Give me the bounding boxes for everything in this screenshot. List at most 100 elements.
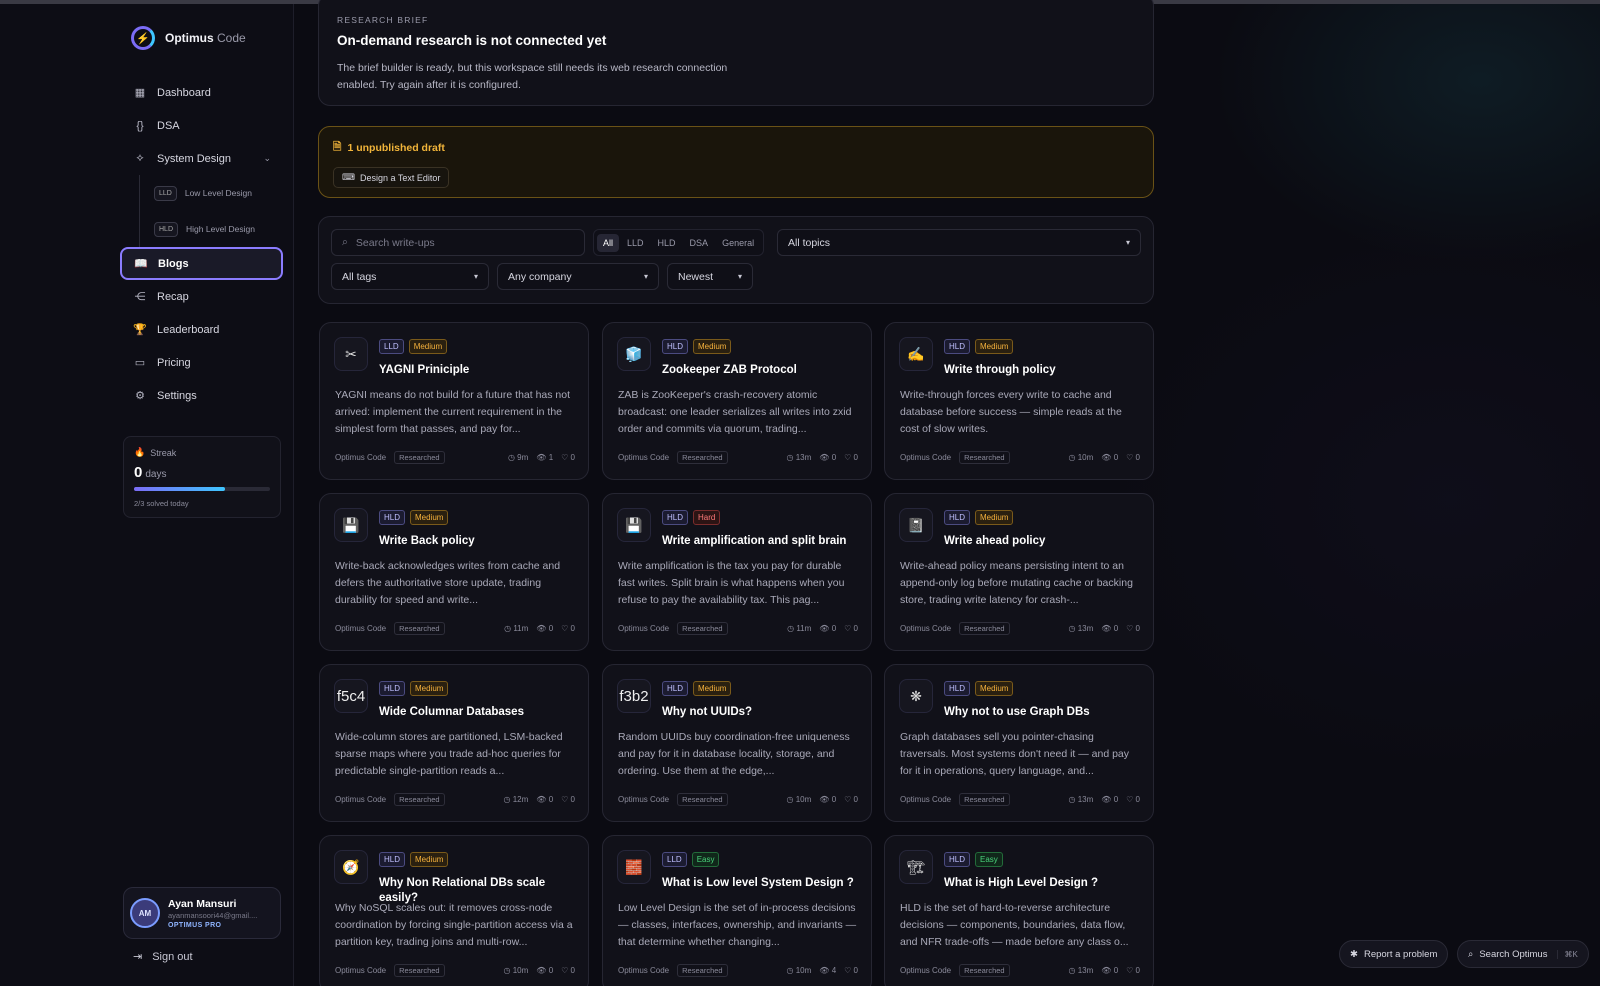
post-card[interactable]: 💾 HLD Hard Write amplification and split… <box>602 493 872 651</box>
lld-badge: LLD <box>154 185 177 201</box>
post-title[interactable]: Zookeeper ZAB Protocol <box>662 363 862 378</box>
post-footer: Optimus Code Researched ◷ 13m 👁 0 ♡ 0 <box>618 451 858 464</box>
like-count[interactable]: ♡ 0 <box>561 624 575 633</box>
post-title[interactable]: Wide Columnar Databases <box>379 705 579 720</box>
nav-leaderboard[interactable]: 🏆 Leaderboard <box>121 313 285 346</box>
post-card[interactable]: f5c4 HLD Medium Wide Columnar Databases … <box>319 664 589 822</box>
post-title[interactable]: Write through policy <box>944 363 1144 378</box>
post-icon: f3b2 <box>617 679 651 713</box>
segment-general[interactable]: General <box>716 234 760 252</box>
like-count[interactable]: ♡ 0 <box>561 795 575 804</box>
like-count[interactable]: ♡ 0 <box>561 453 575 462</box>
post-title[interactable]: YAGNI Priniciple <box>379 363 579 378</box>
view-count: 👁 0 <box>1101 966 1119 975</box>
category-tag: HLD <box>662 681 689 696</box>
post-card[interactable]: 🧱 LLD Easy What is Low level System Desi… <box>602 835 872 986</box>
researched-badge: Researched <box>959 451 1010 464</box>
post-title[interactable]: Write Back policy <box>379 534 579 549</box>
post-icon: 🧊 <box>617 337 651 371</box>
tags-select[interactable]: All tags ▾ <box>331 263 489 290</box>
post-title[interactable]: Write ahead policy <box>944 534 1144 549</box>
post-card[interactable]: ✂ LLD Medium YAGNI Priniciple YAGNI mean… <box>319 322 589 480</box>
post-title[interactable]: Why not to use Graph DBs <box>944 705 1144 720</box>
user-plan: OPTIMUS PRO <box>168 921 222 929</box>
post-title[interactable]: Write amplification and split brain <box>662 534 862 549</box>
view-count: 👁 0 <box>1101 795 1119 804</box>
nav-dashboard[interactable]: ▦ Dashboard <box>121 76 285 109</box>
like-count[interactable]: ♡ 0 <box>1126 453 1140 462</box>
nav-low-level-design[interactable]: LLD Low Level Design <box>154 175 285 211</box>
post-title[interactable]: What is Low level System Design ? <box>662 876 862 891</box>
post-author: Optimus Code <box>335 453 387 462</box>
difficulty-tag: Medium <box>410 681 449 696</box>
bolt-ring-icon: ⚡ <box>131 26 155 50</box>
segment-lld[interactable]: LLD <box>621 234 650 252</box>
post-card[interactable]: 🧊 HLD Medium Zookeeper ZAB Protocol ZAB … <box>602 322 872 480</box>
post-icon: 💾 <box>334 508 368 542</box>
topics-select[interactable]: All topics ▾ <box>777 229 1141 256</box>
sort-select[interactable]: Newest ▾ <box>667 263 753 290</box>
difficulty-tag: Medium <box>410 852 449 867</box>
read-time: ◷ 9m <box>507 453 529 462</box>
user-card[interactable]: AM Ayan Mansuri ayanmansoori44@gmail....… <box>123 887 281 939</box>
read-time: ◷ 10m <box>503 966 529 975</box>
brand-suffix: Code <box>217 31 246 45</box>
draft-icon: 🗎 <box>333 141 342 153</box>
view-count: 👁 0 <box>1101 453 1119 462</box>
sign-out-button[interactable]: ⇥ Sign out <box>133 950 193 964</box>
like-count[interactable]: ♡ 0 <box>561 966 575 975</box>
search-input[interactable]: ⌕ Search write-ups <box>331 229 585 256</box>
draft-item[interactable]: ⌨ Design a Text Editor <box>333 167 450 188</box>
post-icon: 🧭 <box>334 850 368 884</box>
like-count[interactable]: ♡ 0 <box>844 966 858 975</box>
streak-value: 0 <box>134 464 143 481</box>
nav-system-design[interactable]: ⟡ System Design ⌄ <box>121 142 285 175</box>
post-card[interactable]: ✍ HLD Medium Write through policy Write-… <box>884 322 1154 480</box>
post-footer: Optimus Code Researched ◷ 11m 👁 0 ♡ 0 <box>618 622 858 635</box>
brand[interactable]: ⚡ Optimus Code <box>131 26 246 50</box>
researched-badge: Researched <box>394 964 445 977</box>
chevron-down-icon: ▾ <box>1125 238 1130 247</box>
nav-settings[interactable]: ⚙ Settings <box>121 379 285 412</box>
post-card[interactable]: 💾 HLD Medium Write Back policy Write-bac… <box>319 493 589 651</box>
search-optimus-button[interactable]: ⌕ Search Optimus ⌘K <box>1457 940 1589 968</box>
like-count[interactable]: ♡ 0 <box>1126 795 1140 804</box>
post-card[interactable]: ❋ HLD Medium Why not to use Graph DBs Gr… <box>884 664 1154 822</box>
post-title[interactable]: What is High Level Design ? <box>944 876 1144 891</box>
company-select[interactable]: Any company ▾ <box>497 263 659 290</box>
post-card[interactable]: 📓 HLD Medium Write ahead policy Write-ah… <box>884 493 1154 651</box>
post-title[interactable]: Why not UUIDs? <box>662 705 862 720</box>
post-card[interactable]: f3b2 HLD Medium Why not UUIDs? Random UU… <box>602 664 872 822</box>
segment-hld[interactable]: HLD <box>652 234 682 252</box>
post-card[interactable]: 🏗 HLD Easy What is High Level Design ? H… <box>884 835 1154 986</box>
nav-high-level-design[interactable]: HLD High Level Design <box>154 211 285 247</box>
difficulty-tag: Easy <box>975 852 1003 867</box>
like-count[interactable]: ♡ 0 <box>1126 624 1140 633</box>
flame-icon: 🔥 <box>134 447 146 457</box>
post-icon: 🧱 <box>617 850 651 884</box>
difficulty-tag: Medium <box>975 681 1014 696</box>
researched-badge: Researched <box>677 793 728 806</box>
segment-all[interactable]: All <box>597 233 620 252</box>
nav-blogs[interactable]: 📖 Blogs <box>120 247 283 280</box>
like-count[interactable]: ♡ 0 <box>844 795 858 804</box>
like-count[interactable]: ♡ 0 <box>1126 966 1140 975</box>
post-author: Optimus Code <box>900 966 952 975</box>
segment-dsa[interactable]: DSA <box>684 234 715 252</box>
read-time: ◷ 13m <box>1068 624 1094 633</box>
post-icon: 💾 <box>617 508 651 542</box>
report-problem-button[interactable]: ✱ Report a problem <box>1339 940 1449 968</box>
like-count[interactable]: ♡ 0 <box>844 453 858 462</box>
researched-badge: Researched <box>394 622 445 635</box>
post-card[interactable]: 🧭 HLD Medium Why Non Relational DBs scal… <box>319 835 589 986</box>
like-count[interactable]: ♡ 0 <box>844 624 858 633</box>
bug-icon: ✱ <box>1350 948 1358 960</box>
nav-dsa[interactable]: {} DSA <box>121 109 285 142</box>
researched-badge: Researched <box>959 793 1010 806</box>
post-icon: ✂ <box>334 337 368 371</box>
difficulty-tag: Medium <box>693 681 732 696</box>
read-time: ◷ 10m <box>786 966 812 975</box>
nav-recap[interactable]: ⋲ Recap <box>121 280 285 313</box>
view-count: 👁 0 <box>819 453 837 462</box>
nav-pricing[interactable]: ▭ Pricing <box>121 346 285 379</box>
